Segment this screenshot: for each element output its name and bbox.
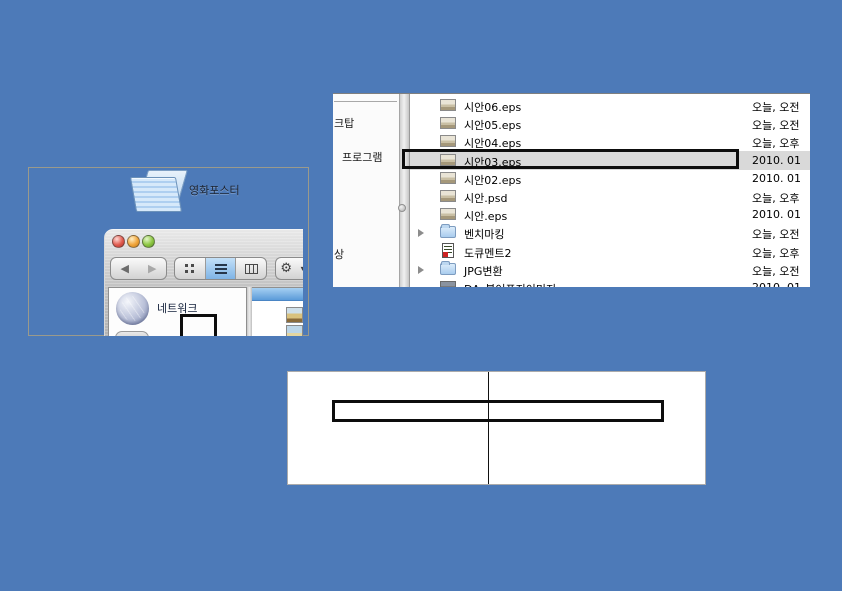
diagram-center-fold-line xyxy=(488,372,489,484)
close-button[interactable] xyxy=(112,235,125,248)
file-name: DA_불어표지이미지.eps xyxy=(464,281,579,287)
file-name: 시안.psd xyxy=(464,190,507,206)
zoom-button[interactable] xyxy=(142,235,155,248)
nav-button-group: ◀ ▶ xyxy=(110,257,167,280)
sidebar-item-partial[interactable]: 상 xyxy=(334,246,344,262)
forward-button[interactable]: ▶ xyxy=(148,263,156,274)
sidebar-splitter[interactable] xyxy=(399,94,410,287)
file-name: 시안02.eps xyxy=(464,172,521,188)
file-date: 오늘, 오전 xyxy=(752,117,799,133)
file-icon xyxy=(440,208,456,220)
table-row[interactable]: 시안02.eps 2010. 01 xyxy=(410,169,810,188)
file-list-panel: 크탑 프로그램 상 시안06.eps 오늘, 오전 시안05.eps 오늘, 오… xyxy=(333,93,810,287)
table-row[interactable]: 도큐멘트2 오늘, 오후 xyxy=(410,242,810,261)
file-date: 2010. 01 xyxy=(752,154,801,167)
window-traffic-lights xyxy=(112,235,155,248)
gear-icon: ⚙ xyxy=(280,262,292,275)
file-icon xyxy=(440,99,456,111)
annotation-rect-banner-area xyxy=(332,400,664,422)
file-icon xyxy=(440,135,456,147)
annotation-rect-selected-file xyxy=(402,149,739,169)
bottom-white-strip xyxy=(0,591,842,595)
view-mode-segmented-control xyxy=(174,257,267,280)
file-date: 오늘, 오전 xyxy=(752,226,799,242)
file-date: 오늘, 오후 xyxy=(752,245,799,261)
sidebar-section-divider xyxy=(334,101,397,102)
file-date: 2010. 01 xyxy=(752,172,801,185)
folder-front xyxy=(130,177,182,212)
file-date: 오늘, 오전 xyxy=(752,99,799,115)
finder-file-column xyxy=(252,287,303,336)
file-icon xyxy=(440,263,456,275)
file-date: 오늘, 오전 xyxy=(752,263,799,279)
back-button[interactable]: ◀ xyxy=(121,263,129,274)
file-name: 시안06.eps xyxy=(464,99,521,115)
column-header-bar xyxy=(252,288,303,301)
action-gear-button[interactable]: ⚙ ▾ xyxy=(275,257,303,280)
panel-sidebar: 크탑 프로그램 상 xyxy=(333,94,399,287)
disclosure-triangle-icon[interactable] xyxy=(418,266,424,274)
column-view-icon xyxy=(245,264,258,274)
movie-poster-folder-icon[interactable] xyxy=(133,170,185,212)
hard-disk-icon xyxy=(115,331,149,336)
table-row[interactable]: JPG변환 오늘, 오전 xyxy=(410,260,810,279)
finder-window-fragment: ◀ ▶ ⚙ ▾ 네트워크 xyxy=(104,229,303,336)
file-icon xyxy=(440,190,456,202)
movie-poster-folder-label: 영화포스터 xyxy=(189,182,240,198)
file-icon xyxy=(440,172,456,184)
file-date: 오늘, 오후 xyxy=(752,190,799,206)
grid-view-icon xyxy=(185,264,194,273)
file-name: 벤치마킹 xyxy=(464,226,504,242)
table-row[interactable]: 시안05.eps 오늘, 오전 xyxy=(410,114,810,133)
layout-diagram-canvas xyxy=(287,371,706,485)
file-icon xyxy=(440,226,456,238)
file-icon xyxy=(440,117,456,129)
file-name: 시안.eps xyxy=(464,208,507,224)
file-name: 도큐멘트2 xyxy=(464,245,511,261)
finder-sidebar: 네트워크 xyxy=(108,287,247,336)
table-row[interactable]: 시안06.eps 오늘, 오전 xyxy=(410,96,810,115)
file-date: 오늘, 오후 xyxy=(752,135,799,151)
icon-view-button[interactable] xyxy=(175,258,205,279)
file-rows-container: 시안06.eps 오늘, 오전 시안05.eps 오늘, 오전 시안04.eps… xyxy=(410,94,810,287)
chevron-down-icon: ▾ xyxy=(301,265,303,273)
annotation-rect-back-button xyxy=(180,314,217,336)
photo-thumbnail xyxy=(286,307,303,323)
table-row[interactable]: 시안.psd 오늘, 오후 xyxy=(410,187,810,206)
photo-thumbnail xyxy=(286,325,303,336)
table-row[interactable]: DA_불어표지이미지.eps 2010. 01 xyxy=(410,278,810,287)
sidebar-item-desktop[interactable]: 크탑 xyxy=(334,115,354,131)
file-date: 2010. 01 xyxy=(752,208,801,221)
file-date: 2010. 01 xyxy=(752,281,801,287)
file-name: JPG변환 xyxy=(464,263,503,279)
file-icon xyxy=(440,281,456,287)
splitter-knob[interactable] xyxy=(398,204,406,212)
network-globe-icon xyxy=(116,292,149,325)
disclosure-triangle-icon[interactable] xyxy=(418,229,424,237)
file-name: 시안05.eps xyxy=(464,117,521,133)
list-view-button[interactable] xyxy=(205,258,236,279)
table-row[interactable]: 벤치마킹 오늘, 오전 xyxy=(410,223,810,242)
file-icon xyxy=(442,243,454,258)
minimize-button[interactable] xyxy=(127,235,140,248)
column-view-button[interactable] xyxy=(235,258,266,279)
list-view-icon xyxy=(215,264,227,274)
table-row[interactable]: 시안.eps 2010. 01 xyxy=(410,205,810,224)
desktop-screenshot-fragment: 영화포스터 ◀ ▶ ⚙ ▾ xyxy=(28,167,309,336)
sidebar-item-programs[interactable]: 프로그램 xyxy=(342,149,382,165)
